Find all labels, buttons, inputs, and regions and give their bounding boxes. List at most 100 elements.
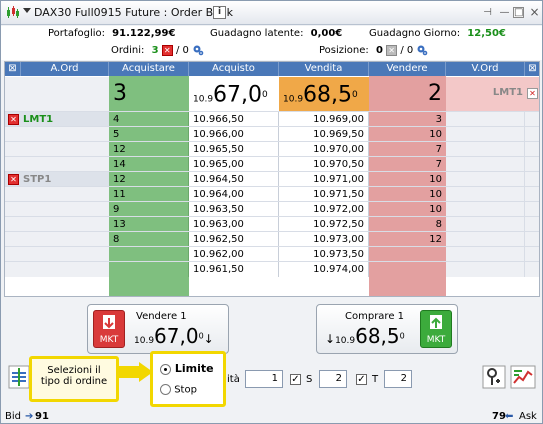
- sell-qty-cell[interactable]: 3: [369, 112, 446, 127]
- best-ask[interactable]: 10.968,50: [279, 77, 369, 111]
- sell-qty-cell[interactable]: 10: [369, 187, 446, 202]
- a-ord-cell[interactable]: [5, 217, 109, 232]
- stop-radio[interactable]: [160, 384, 171, 395]
- bid-price-cell[interactable]: 10.962,00: [189, 247, 279, 262]
- limit-radio[interactable]: [160, 363, 171, 375]
- top-sell-qty[interactable]: 2: [369, 77, 446, 111]
- v-ord-cell[interactable]: [446, 202, 525, 217]
- ask-price-cell[interactable]: 10.970,00: [279, 142, 369, 157]
- v-ord-cell[interactable]: [446, 247, 525, 262]
- header-v-ord[interactable]: V.Ord: [446, 62, 525, 76]
- a-ord-cell[interactable]: [5, 247, 109, 262]
- cancel-sell-order-icon[interactable]: ✕: [527, 88, 538, 99]
- bid-price-cell[interactable]: 10.965,50: [189, 142, 279, 157]
- ask-price-cell[interactable]: 10.972,50: [279, 217, 369, 232]
- v-ord-cell[interactable]: [446, 187, 525, 202]
- orders-settings-icon[interactable]: [192, 44, 204, 56]
- stop-loss-checkbox[interactable]: ✓: [290, 374, 301, 385]
- v-ord-cell[interactable]: [446, 217, 525, 232]
- top-buy-qty[interactable]: 3: [109, 77, 189, 111]
- bid-price-cell[interactable]: 10.964,00: [189, 187, 279, 202]
- buy-qty-cell[interactable]: [109, 262, 189, 277]
- buy-qty-cell[interactable]: 14: [109, 157, 189, 172]
- bid-price-cell[interactable]: 10.965,00: [189, 157, 279, 172]
- ask-price-cell[interactable]: 10.969,00: [279, 112, 369, 127]
- limit-option[interactable]: Limite: [160, 362, 214, 375]
- sell-qty-cell[interactable]: 7: [369, 142, 446, 157]
- position-settings-icon[interactable]: [416, 44, 428, 56]
- v-ord-cell[interactable]: [446, 157, 525, 172]
- v-ord-cell[interactable]: [446, 112, 525, 127]
- ask-price-cell[interactable]: 10.970,50: [279, 157, 369, 172]
- sell-market-button[interactable]: MKT: [93, 310, 125, 348]
- ask-price-cell[interactable]: 10.969,50: [279, 127, 369, 142]
- ask-price-cell[interactable]: 10.973,00: [279, 232, 369, 247]
- v-ord-cell[interactable]: [446, 172, 525, 187]
- buy-qty-cell[interactable]: [109, 247, 189, 262]
- sell-qty-cell[interactable]: 8: [369, 217, 446, 232]
- cancel-order-icon[interactable]: ✕: [8, 174, 19, 185]
- buy-button[interactable]: Comprare 1 ↓10.968,50 MKT: [316, 304, 458, 354]
- a-ord-cell[interactable]: [5, 202, 109, 217]
- bid-price-cell[interactable]: 10.961,50: [189, 262, 279, 277]
- best-bid[interactable]: 10.967,00: [189, 77, 279, 111]
- buy-qty-cell[interactable]: 4: [109, 112, 189, 127]
- close-position-icon[interactable]: ✕: [386, 44, 398, 56]
- buy-qty-cell[interactable]: 12: [109, 172, 189, 187]
- sell-qty-cell[interactable]: 10: [369, 127, 446, 142]
- header-ask[interactable]: Vendita: [279, 62, 369, 76]
- order-book-settings-icon[interactable]: [8, 365, 30, 389]
- cancel-order-icon[interactable]: ✕: [8, 114, 19, 125]
- a-ord-cell[interactable]: [5, 157, 109, 172]
- header-bid[interactable]: Acquisto: [189, 62, 279, 76]
- sell-qty-cell[interactable]: [369, 247, 446, 262]
- header-buy-qty[interactable]: Acquistare: [109, 62, 189, 76]
- bid-price-cell[interactable]: 10.964,50: [189, 172, 279, 187]
- buy-qty-cell[interactable]: 12: [109, 142, 189, 157]
- ask-price-cell[interactable]: 10.973,50: [279, 247, 369, 262]
- bid-price-cell[interactable]: 10.963,50: [189, 202, 279, 217]
- a-ord-cell[interactable]: [5, 127, 109, 142]
- top-sell-order-cell[interactable]: LMT1 ✕: [446, 77, 539, 111]
- candlestick-chart-icon[interactable]: [6, 5, 20, 19]
- stop-option[interactable]: Stop: [160, 384, 197, 396]
- a-ord-cell[interactable]: [5, 232, 109, 247]
- menu-dropdown-icon[interactable]: [23, 8, 31, 13]
- maximize-icon[interactable]: □: [513, 7, 524, 18]
- sell-qty-cell[interactable]: 10: [369, 172, 446, 187]
- v-ord-cell[interactable]: [446, 232, 525, 247]
- sell-qty-cell[interactable]: 10: [369, 202, 446, 217]
- take-profit-input[interactable]: 2: [384, 370, 412, 388]
- sell-button[interactable]: MKT Vendere 1 10.967,00↓: [87, 304, 229, 354]
- pin-icon[interactable]: ⊣: [481, 6, 494, 19]
- ask-price-cell[interactable]: 10.972,00: [279, 202, 369, 217]
- cancel-all-orders-icon[interactable]: ✕: [161, 44, 173, 56]
- bid-price-cell[interactable]: 10.962,50: [189, 232, 279, 247]
- v-ord-cell[interactable]: [446, 262, 525, 277]
- header-corner-icon[interactable]: ⊠: [5, 62, 21, 76]
- buy-qty-cell[interactable]: 13: [109, 217, 189, 232]
- v-ord-cell[interactable]: [446, 127, 525, 142]
- header-a-ord[interactable]: A.Ord: [21, 62, 109, 76]
- stop-loss-input[interactable]: 2: [319, 370, 347, 388]
- a-ord-cell[interactable]: [5, 262, 109, 277]
- v-ord-cell[interactable]: [446, 142, 525, 157]
- order-chart-icon[interactable]: [510, 365, 536, 389]
- sell-qty-cell[interactable]: [369, 262, 446, 277]
- bid-price-cell[interactable]: 10.966,50: [189, 112, 279, 127]
- a-ord-cell[interactable]: [5, 142, 109, 157]
- close-icon[interactable]: ×: [528, 6, 541, 19]
- bid-price-cell[interactable]: 10.966,00: [189, 127, 279, 142]
- sell-qty-cell[interactable]: 12: [369, 232, 446, 247]
- ask-price-cell[interactable]: 10.971,00: [279, 172, 369, 187]
- buy-qty-cell[interactable]: 11: [109, 187, 189, 202]
- a-ord-cell[interactable]: [5, 187, 109, 202]
- sell-qty-cell[interactable]: 7: [369, 157, 446, 172]
- quantity-input[interactable]: 1: [245, 370, 283, 388]
- a-ord-cell[interactable]: ✕ LMT1: [5, 112, 109, 127]
- header-end-icon[interactable]: ⊠: [525, 62, 539, 76]
- a-ord-cell[interactable]: ✕ STP1: [5, 172, 109, 187]
- header-sell-qty[interactable]: Vendere: [369, 62, 446, 76]
- buy-qty-cell[interactable]: 8: [109, 232, 189, 247]
- ask-price-cell[interactable]: 10.971,50: [279, 187, 369, 202]
